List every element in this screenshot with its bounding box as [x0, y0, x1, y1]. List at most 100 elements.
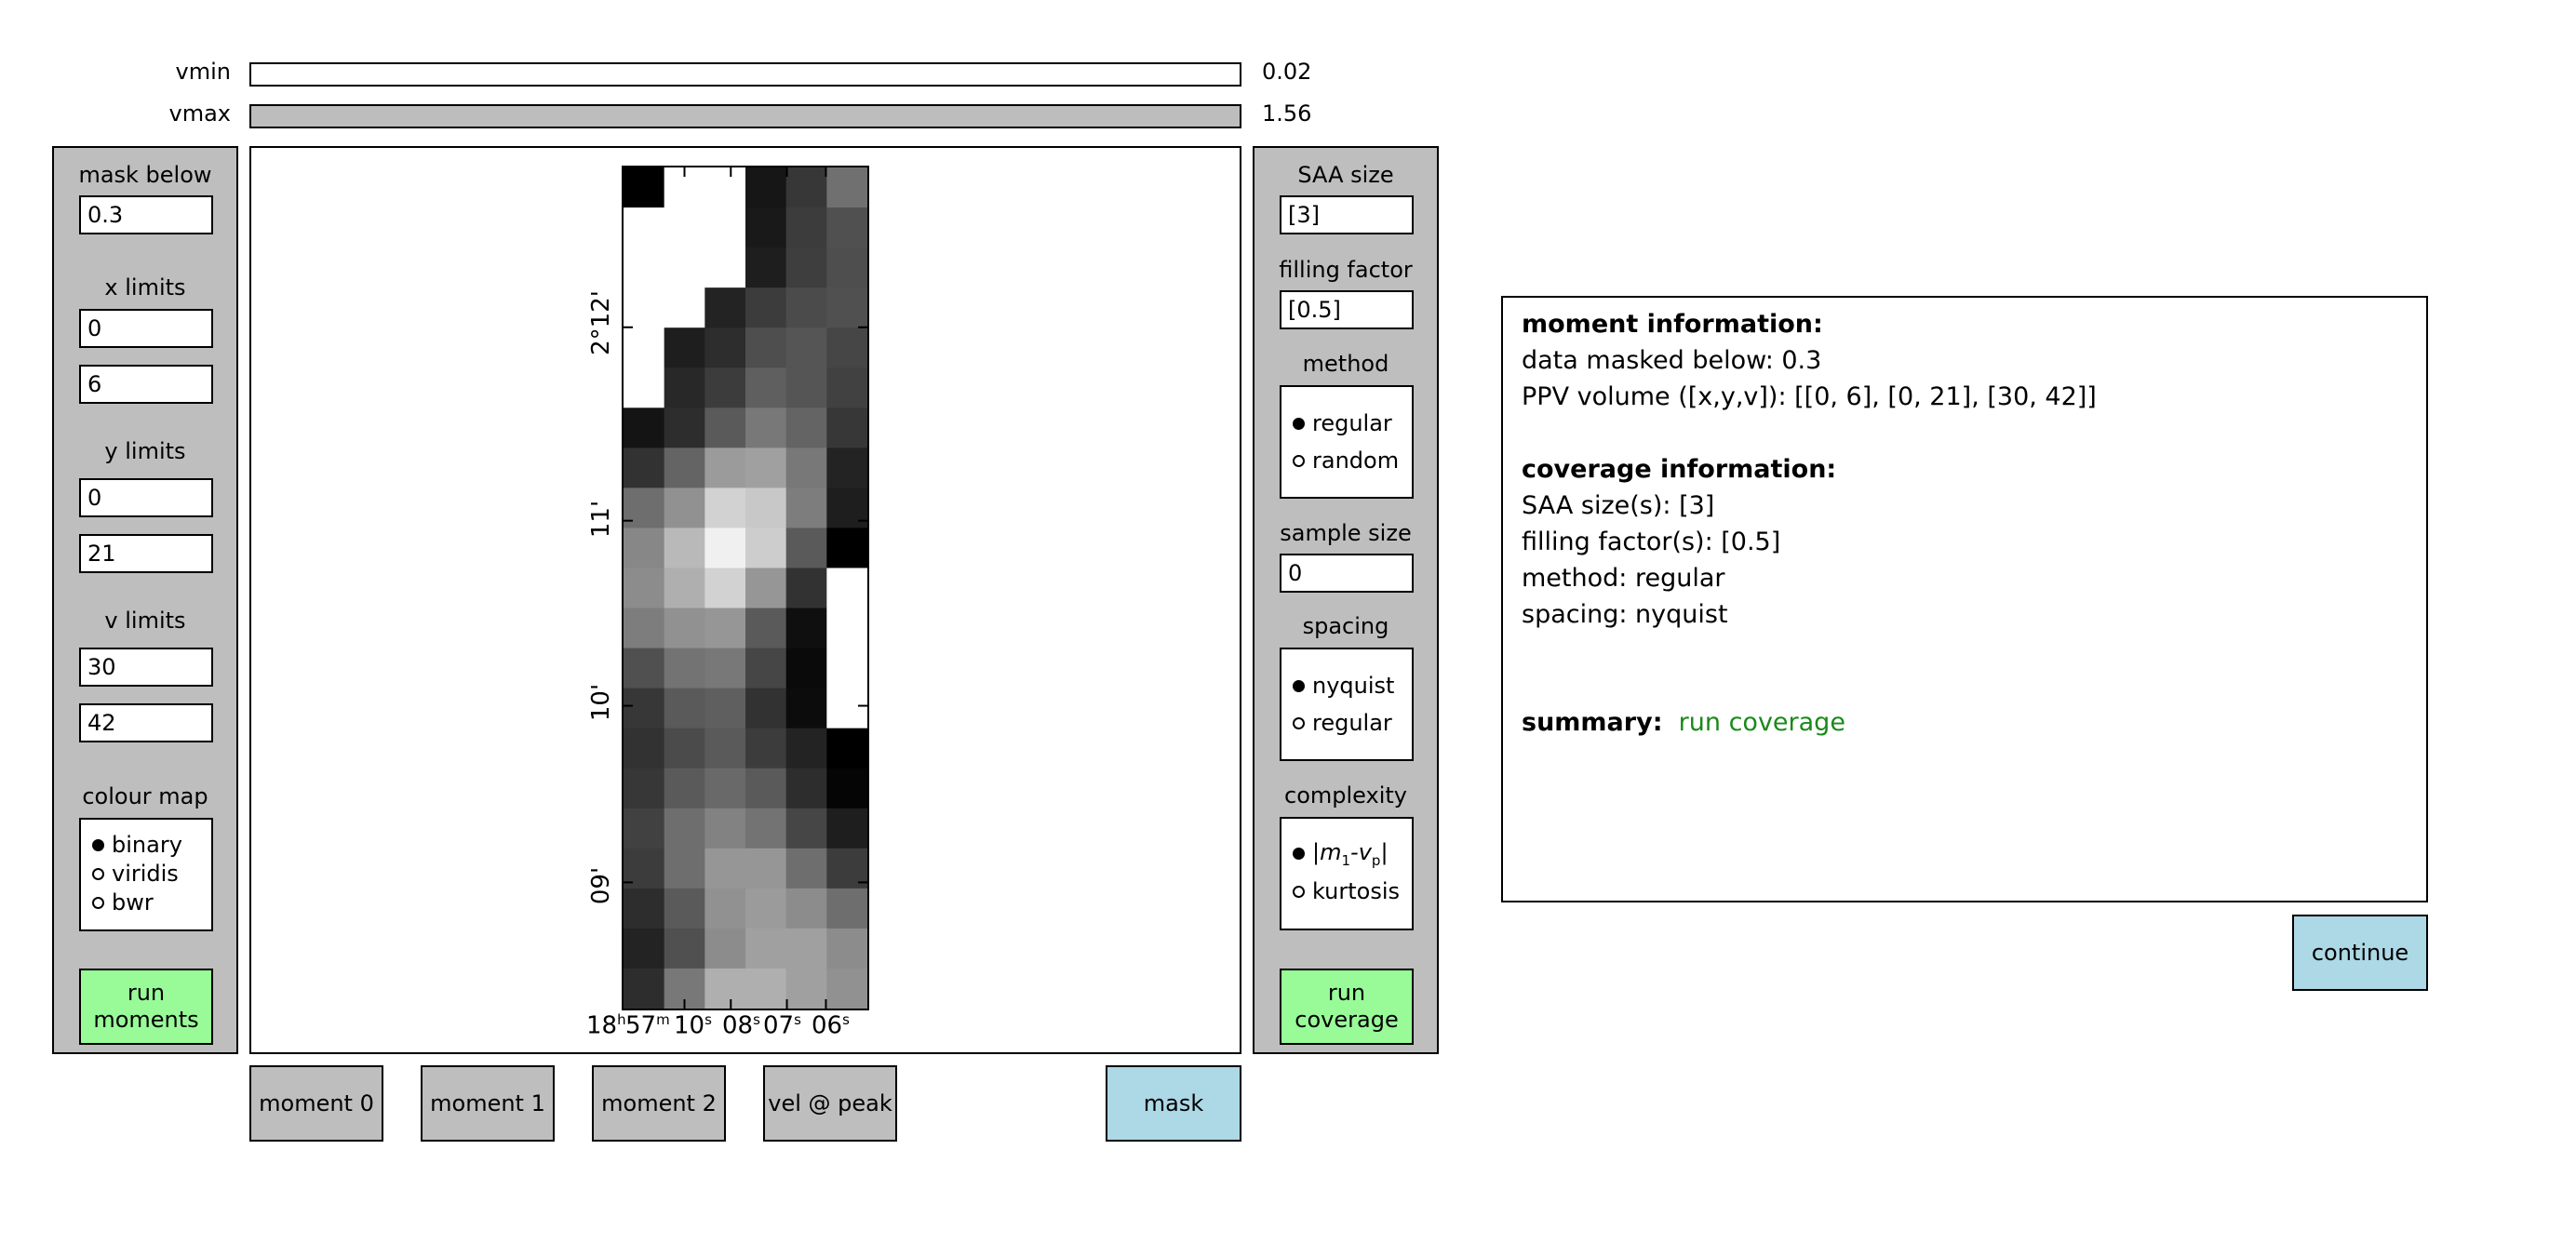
run-moments-button[interactable]: run moments: [79, 969, 213, 1045]
heatmap-cell: [704, 648, 746, 689]
colour-map-option-bwr[interactable]: bwr: [92, 889, 154, 916]
heatmap-cell: [785, 808, 827, 849]
heatmap-cell: [624, 247, 665, 288]
method-option-random[interactable]: random: [1293, 448, 1399, 474]
radio-selected-icon: [1293, 848, 1305, 861]
heatmap-cell: [664, 848, 705, 889]
spacing-text: spacing: nyquist: [1522, 600, 1728, 629]
y-min-input[interactable]: 0: [79, 478, 213, 517]
summary-line: summary: run coverage: [1522, 708, 1845, 737]
colour-map-option-binary[interactable]: binary: [92, 832, 182, 858]
vel-at-peak-button[interactable]: vel @ peak: [763, 1065, 897, 1142]
heatmap-cell: [785, 608, 827, 649]
heatmap-cell: [664, 688, 705, 729]
vmax-label: vmax: [168, 100, 232, 127]
heatmap-cell: [624, 608, 665, 649]
spacing-option-nyquist[interactable]: nyquist: [1293, 673, 1394, 699]
y-max-input[interactable]: 21: [79, 534, 213, 573]
moment-2-button[interactable]: moment 2: [592, 1065, 726, 1142]
heatmap-cell: [704, 968, 746, 1009]
radio-selected-icon: [1293, 679, 1305, 692]
heatmap-cell: [785, 648, 827, 689]
saa-size-input[interactable]: [3]: [1280, 195, 1414, 234]
y-tick-label: 09': [587, 866, 615, 905]
spacing-label: spacing: [1302, 613, 1389, 639]
heatmap-cell: [785, 247, 827, 288]
heatmap-cell: [745, 728, 787, 769]
spacing-option-regular[interactable]: regular: [1293, 710, 1392, 736]
ppv-volume-text: PPV volume ([x,y,v]): [[0, 6], [0, 21], …: [1522, 382, 2097, 411]
sample-size-label: sample size: [1280, 520, 1412, 546]
x-tick-label: 10s: [674, 1011, 712, 1040]
heatmap-cell: [624, 888, 665, 929]
heatmap-cell: [624, 648, 665, 689]
moment-map-image[interactable]: [622, 166, 869, 1010]
heatmap-cell: [826, 568, 868, 609]
heatmap-cell: [826, 528, 868, 569]
heatmap-cell: [745, 608, 787, 649]
colour-map-option-viridis[interactable]: viridis: [92, 861, 179, 887]
vmin-value: 0.02: [1262, 59, 1312, 85]
mask-below-input[interactable]: 0.3: [79, 195, 213, 234]
heatmap-cell: [785, 287, 827, 328]
coverage-info-heading: coverage information:: [1522, 455, 1837, 484]
moment-1-button[interactable]: moment 1: [421, 1065, 555, 1142]
heatmap-cell: [664, 207, 705, 248]
mask-below-label: mask below: [78, 162, 212, 188]
saa-sizes-text: SAA size(s): [3]: [1522, 491, 1715, 520]
heatmap-cell: [745, 408, 787, 448]
vmin-slider[interactable]: [249, 62, 1241, 87]
heatmap-cell: [704, 368, 746, 408]
heatmap-cell: [664, 528, 705, 569]
heatmap-cell: [704, 287, 746, 328]
heatmap-cell: [624, 167, 665, 208]
heatmap-cell: [624, 928, 665, 969]
complexity-option-kurtosis[interactable]: kurtosis: [1293, 878, 1400, 904]
heatmap-cell: [785, 768, 827, 809]
heatmap-cell: [704, 327, 746, 368]
moment-0-button[interactable]: moment 0: [249, 1065, 383, 1142]
heatmap-cell: [704, 247, 746, 288]
heatmap-cell: [745, 768, 787, 809]
heatmap-cell: [664, 808, 705, 849]
complexity-option-m1-vp[interactable]: |m1-vp|: [1293, 839, 1389, 869]
sample-size-input[interactable]: 0: [1280, 554, 1414, 593]
vmax-slider[interactable]: [249, 104, 1241, 128]
colour-map-label: colour map: [82, 783, 208, 809]
colour-map-radio-group: binary viridis bwr: [79, 818, 213, 931]
heatmap-cell: [704, 888, 746, 929]
complexity-radio-group: |m1-vp| kurtosis: [1280, 817, 1414, 930]
v-min-input[interactable]: 30: [79, 648, 213, 687]
heatmap-cell: [785, 688, 827, 729]
mask-button[interactable]: mask: [1106, 1065, 1241, 1142]
data-masked-text: data masked below: 0.3: [1522, 346, 1822, 375]
heatmap-cell: [704, 928, 746, 969]
v-max-input[interactable]: 42: [79, 703, 213, 742]
heatmap-cell: [785, 167, 827, 208]
heatmap-cell: [664, 488, 705, 529]
method-option-regular[interactable]: regular: [1293, 410, 1392, 436]
heatmap-cell: [785, 528, 827, 569]
heatmap-cell: [664, 928, 705, 969]
saa-size-label: SAA size: [1297, 162, 1394, 188]
heatmap-cell: [745, 448, 787, 488]
y-tick-label: 2°12': [587, 290, 615, 355]
run-coverage-button[interactable]: run coverage: [1280, 969, 1414, 1045]
heatmap-cell: [745, 207, 787, 248]
heatmap-cell: [826, 327, 868, 368]
heatmap-cell: [745, 568, 787, 609]
moment-info-heading: moment information:: [1522, 310, 1823, 339]
information-panel: moment information: data masked below: 0…: [1501, 296, 2428, 902]
heatmap-cell: [826, 488, 868, 529]
radio-unselected-icon: [1293, 454, 1305, 467]
heatmap-cell: [624, 728, 665, 769]
continue-button[interactable]: continue: [2292, 915, 2428, 991]
filling-factor-input[interactable]: [0.5]: [1280, 290, 1414, 329]
heatmap-cell: [704, 688, 746, 729]
x-max-input[interactable]: 6: [79, 365, 213, 404]
x-min-input[interactable]: 0: [79, 309, 213, 348]
heatmap-cell: [826, 648, 868, 689]
heatmap-cell: [664, 448, 705, 488]
heatmap-cell: [785, 408, 827, 448]
heatmap-cell: [624, 488, 665, 529]
